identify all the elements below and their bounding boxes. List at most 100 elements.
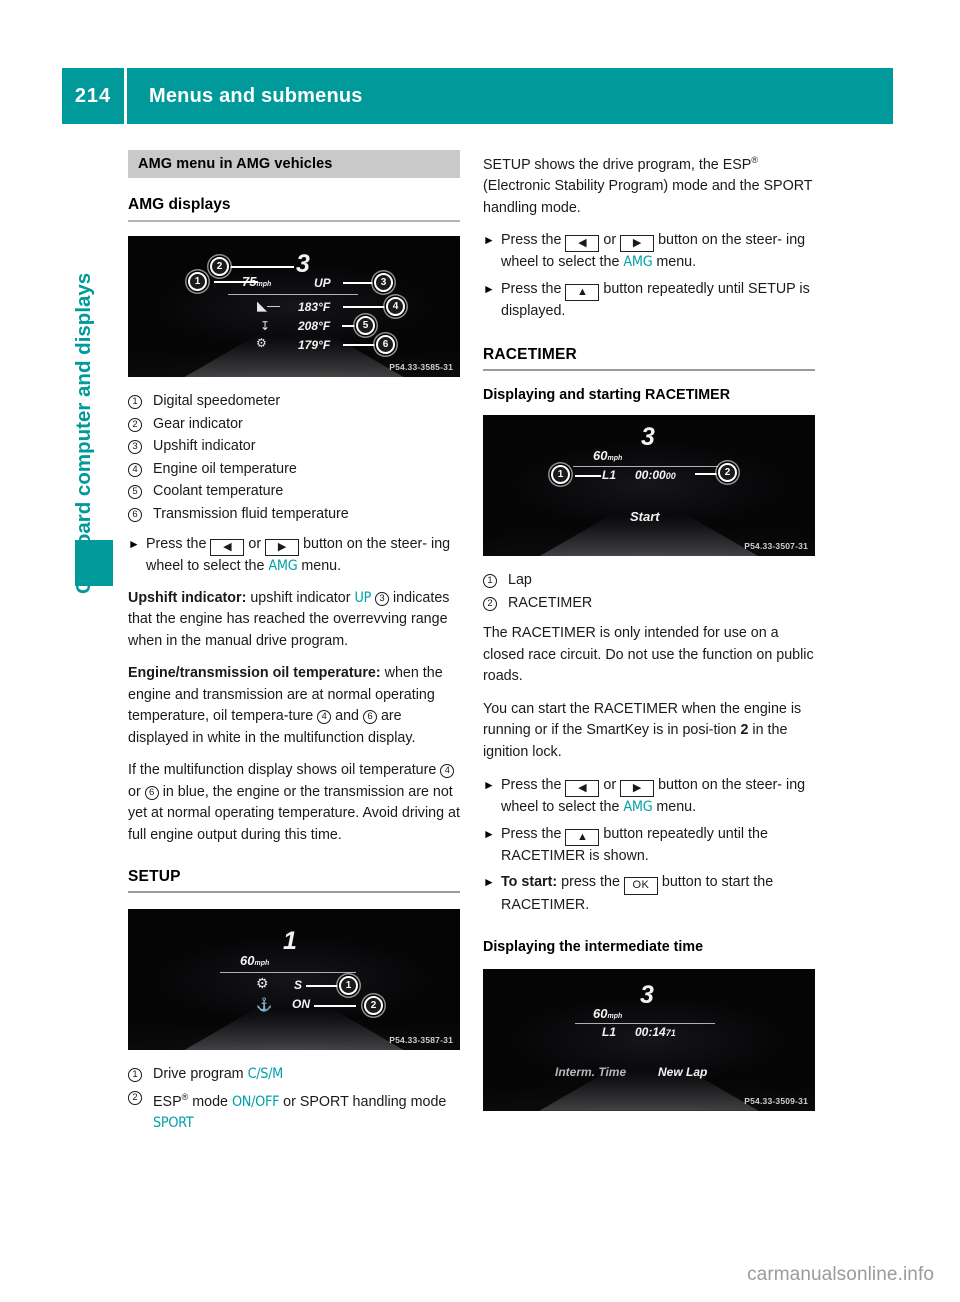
- gear-value: 3: [296, 250, 310, 278]
- timer-value: 00:1471: [635, 1025, 676, 1039]
- right-arrow-key[interactable]: ▶: [620, 235, 655, 253]
- step-text-2: button repeatedly until: [603, 280, 745, 297]
- step-text-or: or: [603, 777, 617, 794]
- bullet-arrow-icon: ►: [483, 826, 495, 841]
- up-arrow-key[interactable]: ▲: [565, 283, 600, 301]
- chapter-label: On-board computer and displays: [72, 272, 95, 594]
- legend-number: 2: [483, 593, 508, 615]
- callout-2: 2: [364, 996, 383, 1015]
- ignition-position-number: 2: [740, 722, 749, 739]
- list-item: 4 Engine oil temperature: [128, 459, 460, 481]
- watermark: carmanualsonline.info: [747, 1264, 934, 1285]
- circled-number-icon: 1: [128, 1068, 142, 1082]
- step-text-2: button repeatedly until the: [603, 825, 768, 842]
- bullet-arrow-icon: ►: [483, 281, 495, 296]
- oil-can-icon: ◣—: [257, 298, 280, 313]
- instruction-step: ► Press the ◀ or ▶ button on the steer- …: [128, 534, 460, 578]
- callout-6: 6: [376, 335, 395, 354]
- step-text-or: or: [603, 232, 617, 249]
- leader-line-4: [343, 306, 389, 308]
- legend-text-after: or SPORT handling mode: [283, 1093, 447, 1110]
- legend-number: 2: [128, 1087, 153, 1109]
- code-up: UP: [354, 589, 372, 606]
- legend-number: 3: [128, 436, 153, 458]
- image-code: P54.33-3507-31: [744, 541, 808, 552]
- legend-number: 2: [128, 414, 153, 436]
- leader-line-2: [314, 1005, 356, 1007]
- menu-code-amg: AMG: [623, 254, 653, 271]
- right-arrow-key[interactable]: ▶: [265, 539, 300, 556]
- bullet-arrow-icon: ►: [128, 537, 140, 551]
- gear-value: 3: [640, 980, 654, 1009]
- circled-number-icon: 6: [128, 507, 142, 522]
- speed-unit: mph: [254, 960, 270, 967]
- instruction-text: Press the ▲ button repeatedly until the …: [501, 824, 815, 868]
- leader-line-6: [343, 344, 379, 346]
- paragraph-text: upshift indicator: [250, 589, 351, 606]
- ok-key[interactable]: OK: [623, 877, 658, 896]
- legend-number: 1: [128, 1064, 153, 1086]
- code-sport: SPORT: [153, 1114, 194, 1131]
- bullet-arrow-icon: ►: [483, 778, 495, 793]
- legend-number: 4: [128, 459, 153, 481]
- paragraph-text-continued: in blue, the engine or the transmission …: [128, 783, 460, 843]
- speed-value: 60mph: [240, 953, 269, 968]
- image-code: P54.33-3509-31: [744, 1095, 808, 1106]
- instruction-text: Press the ◀ or ▶ button on the steer- in…: [501, 775, 815, 819]
- code-drive-program: C/S/M: [247, 1066, 284, 1082]
- bullet-arrow-icon: ►: [483, 875, 495, 890]
- legend-number: 1: [128, 391, 153, 413]
- circled-number-icon: 4: [317, 710, 332, 724]
- paragraph-lead-bold: Engine/transmission oil temperature:: [128, 665, 381, 681]
- leader-line-2: [226, 266, 294, 268]
- up-arrow-key[interactable]: ▲: [565, 828, 600, 846]
- steering-wheel-icon: ⚙: [256, 975, 269, 991]
- subheading-displaying-starting: Displaying and starting RACETIMER: [483, 387, 731, 404]
- image-code: P54.33-3585-31: [389, 362, 453, 372]
- callout-3: 3: [374, 273, 393, 292]
- timer-value: 00:0000: [635, 468, 676, 482]
- instruction-step: ► Press the ◀ or ▶ button on the steer- …: [483, 775, 815, 819]
- right-arrow-key[interactable]: ▶: [620, 780, 655, 798]
- paragraph-conjunction: and: [335, 708, 359, 724]
- coolant-temp-value: 208°F: [298, 319, 331, 333]
- legend-label: Transmission fluid temperature: [153, 505, 349, 522]
- list-item: 1 Lap: [483, 570, 815, 592]
- timer-main: 00:14: [635, 1024, 666, 1039]
- step-text-1: Press the: [501, 280, 562, 297]
- list-item: 5 Coolant temperature: [128, 481, 460, 503]
- instruction-step: ► To start: press the OK button to start…: [483, 872, 815, 917]
- left-arrow-key[interactable]: ◀: [565, 780, 600, 798]
- left-arrow-key[interactable]: ◀: [565, 235, 600, 253]
- step-text-2: button on the steer-: [303, 536, 428, 552]
- paragraph-text: SETUP shows the drive program, the ESP: [483, 156, 752, 173]
- step-text-1: Press the: [501, 825, 562, 842]
- speed-number: 60: [593, 1005, 608, 1021]
- speed-unit: mph: [607, 455, 623, 463]
- subheading-amg-displays: AMG displays: [128, 196, 460, 222]
- step-text-1: Press the: [146, 536, 207, 552]
- leader-line-1: [214, 281, 258, 283]
- left-arrow-key[interactable]: ◀: [210, 539, 245, 556]
- circled-number-icon: 2: [128, 417, 142, 432]
- legend-number: 5: [128, 481, 153, 503]
- list-item: 1 Digital speedometer: [128, 391, 460, 413]
- circled-number-icon: 6: [144, 785, 159, 800]
- circled-number-icon: 3: [128, 440, 142, 454]
- esp-car-icon: ⚓: [256, 997, 273, 1012]
- lap-label: L1: [602, 1024, 617, 1039]
- step-text-3: RACETIMER.: [501, 897, 590, 914]
- menu-code-amg: AMG: [623, 799, 653, 816]
- circled-number-icon: 4: [440, 764, 455, 778]
- display-divider: [575, 1022, 715, 1024]
- legend-label: RACETIMER: [508, 594, 593, 611]
- racetimer-display-image: 3 60mph L1 00:0000 Start 1 2 P54.33-3507…: [483, 415, 815, 557]
- speed-number: 60: [593, 448, 608, 464]
- timer-decimals: 71: [665, 1027, 676, 1038]
- gear-value: 3: [641, 423, 655, 452]
- list-item: 2 RACETIMER: [483, 593, 815, 615]
- intermediate-time-display-image: 3 60mph L1 00:1471 Interm. Time New Lap …: [483, 968, 815, 1111]
- paragraph-conjunction: or: [128, 783, 141, 800]
- timer-decimals: 00: [665, 471, 676, 482]
- legend-label: ESP® mode ON/OFF or SPORT handling mode …: [153, 1087, 460, 1135]
